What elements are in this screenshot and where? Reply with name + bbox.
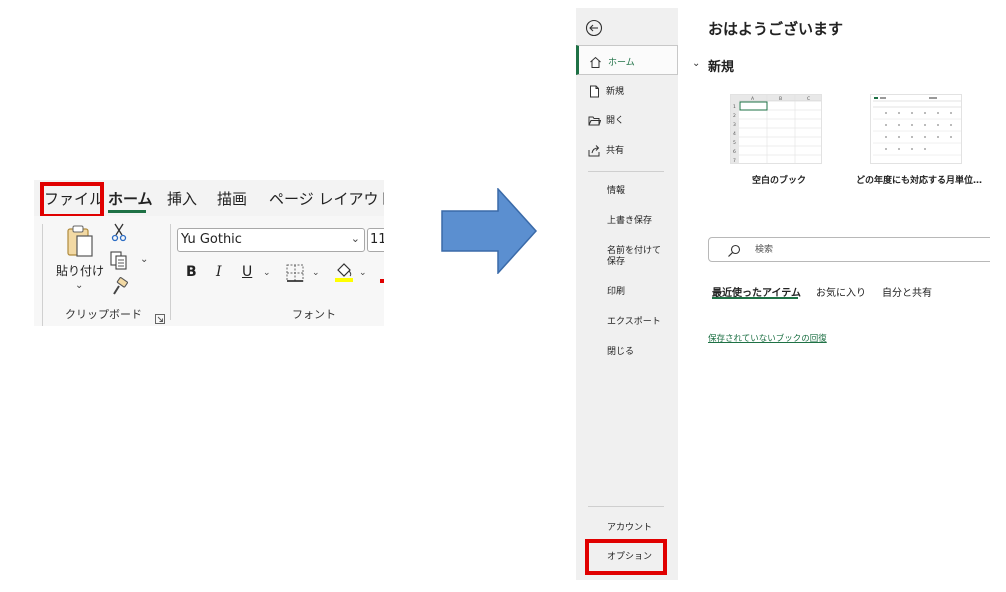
underline-dropdown-chevron-icon[interactable]: ⌄ (263, 268, 271, 278)
active-tab-underline (712, 297, 798, 299)
clipboard-group-label: クリップボード (65, 308, 142, 321)
font-size-value: 11 (370, 232, 384, 247)
tutorial-canvas: ファイル ホーム 挿入 描画 ページ レイアウト 貼り付け ⌄ ⌄ クリップボー… (0, 0, 1006, 592)
folder-open-icon (588, 112, 602, 126)
nav-item-export[interactable]: エクスポート (607, 317, 661, 328)
font-name-value: Yu Gothic (181, 232, 242, 247)
search-icon (727, 243, 741, 257)
svg-text:7: 7 (733, 158, 736, 164)
excel-ribbon: ファイル ホーム 挿入 描画 ページ レイアウト 貼り付け ⌄ ⌄ クリップボー… (34, 180, 384, 326)
template-label[interactable]: どの年度にも対応する月単位… (856, 173, 982, 186)
bold-button[interactable]: B (186, 264, 197, 280)
recover-unsaved-workbooks-link[interactable]: 保存されていないブックの回復 (708, 332, 827, 344)
svg-text:B: B (779, 96, 782, 102)
new-document-icon (588, 83, 601, 98)
nav-item-share[interactable]: 共有 (576, 134, 678, 164)
nav-item-save-as[interactable]: 名前を付けて保存 (607, 246, 669, 268)
font-size-combobox[interactable]: 11 (367, 228, 384, 252)
ribbon-group-divider (170, 224, 171, 320)
svg-text:3: 3 (733, 122, 736, 128)
tab-favorites[interactable]: お気に入り (816, 284, 866, 299)
svg-text:5: 5 (733, 140, 736, 146)
svg-text:2: 2 (733, 113, 736, 119)
underline-button[interactable]: U (242, 264, 252, 280)
fill-color-dropdown-chevron-icon[interactable]: ⌄ (359, 268, 367, 278)
svg-text:4: 4 (733, 131, 736, 137)
ribbon-tab-bar: ファイル ホーム 挿入 描画 ページ レイアウト (34, 180, 384, 218)
tab-insert[interactable]: 挿入 (167, 188, 197, 209)
greeting-heading: おはようございます (708, 20, 844, 38)
share-icon (588, 142, 601, 157)
backstage-home-content: おはようございます ⌄ 新規 A B C 1 2 3 4 5 6 7 空白のブッ… (678, 8, 990, 580)
dialog-launcher-icon[interactable] (155, 309, 165, 324)
fill-color-bucket-icon[interactable] (334, 261, 354, 283)
nav-divider (588, 171, 664, 172)
tab-draw[interactable]: 描画 (217, 188, 247, 209)
nav-divider (588, 506, 664, 507)
collapse-chevron-icon[interactable]: ⌄ (692, 58, 700, 69)
right-arrow-icon (441, 188, 538, 274)
nav-item-label: 開く (606, 116, 625, 126)
search-box[interactable] (708, 237, 990, 262)
svg-text:6: 6 (733, 149, 736, 155)
paste-button-label[interactable]: 貼り付け (56, 262, 104, 279)
nav-item-info[interactable]: 情報 (607, 186, 625, 197)
new-section-heading: 新規 (708, 60, 735, 75)
font-name-combobox[interactable]: Yu Gothic ⌄ (177, 228, 365, 252)
svg-text:C: C (807, 96, 810, 102)
tab-home[interactable]: ホーム (108, 188, 153, 209)
file-tab-highlight-box (40, 182, 104, 218)
format-painter-icon[interactable] (110, 277, 130, 297)
font-color-icon[interactable] (380, 279, 384, 283)
tab-shared-with-me[interactable]: 自分と共有 (882, 284, 932, 299)
template-label[interactable]: 空白のブック (752, 173, 806, 186)
borders-icon[interactable] (286, 264, 304, 282)
nav-item-save[interactable]: 上書き保存 (607, 216, 652, 227)
nav-item-new[interactable]: 新規 (576, 75, 678, 105)
copy-icon[interactable] (110, 251, 128, 271)
font-name-dropdown-icon[interactable]: ⌄ (351, 232, 360, 245)
template-monthly-calendar[interactable] (870, 94, 962, 164)
ribbon-edge-divider (42, 224, 43, 326)
nav-item-open[interactable]: 開く (576, 104, 678, 134)
svg-text:1: 1 (733, 104, 736, 110)
font-group-label: フォント (292, 308, 336, 321)
nav-item-label: ホーム (608, 58, 635, 68)
ribbon-home-panel: 貼り付け ⌄ ⌄ クリップボード Yu Gothic ⌄ 1 B I U ⌄ ⌄… (34, 216, 384, 326)
search-input[interactable] (755, 242, 955, 258)
nav-item-print[interactable]: 印刷 (607, 287, 625, 298)
paste-icon[interactable] (66, 224, 94, 258)
nav-item-label: 共有 (606, 146, 625, 156)
home-icon (589, 54, 602, 68)
active-tab-underline (108, 210, 146, 213)
tab-page-layout[interactable]: ページ レイアウト (269, 188, 384, 209)
excel-backstage-view: ホーム 新規 開く 共有 情報 上書き保存 名前を付けて保存 印刷 エクスポート… (576, 8, 990, 580)
italic-button[interactable]: I (216, 264, 222, 280)
back-arrow-icon[interactable] (585, 19, 603, 37)
copy-dropdown-chevron-icon[interactable]: ⌄ (140, 254, 148, 265)
nav-item-account[interactable]: アカウント (607, 523, 652, 534)
borders-dropdown-chevron-icon[interactable]: ⌄ (312, 268, 320, 278)
backstage-nav-pane: ホーム 新規 開く 共有 情報 上書き保存 名前を付けて保存 印刷 エクスポート… (576, 8, 678, 580)
nav-item-label: 新規 (606, 87, 625, 97)
options-highlight-box (585, 539, 667, 575)
cut-scissors-icon[interactable] (110, 222, 128, 242)
template-blank-workbook[interactable]: A B C 1 2 3 4 5 6 7 (730, 94, 822, 164)
nav-item-home[interactable]: ホーム (576, 45, 678, 75)
nav-item-close[interactable]: 閉じる (607, 347, 634, 358)
paste-dropdown-chevron-icon[interactable]: ⌄ (75, 280, 83, 291)
